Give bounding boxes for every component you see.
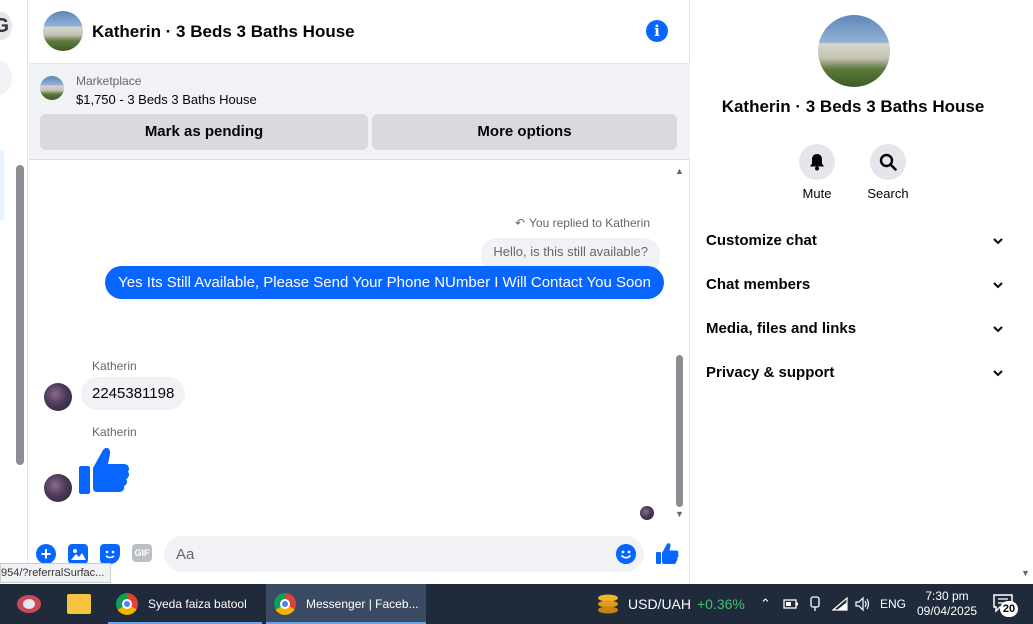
thumbs-up-icon[interactable]	[79, 446, 131, 498]
file-explorer-icon[interactable]	[67, 594, 91, 614]
taskbar-app-messenger[interactable]: Messenger | Faceb...	[266, 584, 426, 624]
message-list: ↶ You replied to Katherin Hello, is this …	[29, 161, 690, 526]
plus-icon[interactable]: +	[36, 544, 56, 564]
chat-details-panel: Katherin · 3 Beds 3 Baths House Mute Sea…	[691, 0, 1033, 584]
scroll-down-arrow-icon[interactable]: ▼	[675, 509, 684, 519]
message-scrollbar[interactable]	[676, 355, 683, 507]
chat-panel: Katherin · 3 Beds 3 Baths House i Market…	[29, 0, 690, 584]
sender-avatar[interactable]	[44, 383, 72, 411]
section-chat-members[interactable]: Chat members	[706, 273, 1004, 297]
mark-as-pending-button[interactable]: Mark as pending	[40, 114, 368, 150]
ticker-change[interactable]: +0.36%	[697, 584, 745, 624]
seen-avatar	[640, 506, 654, 520]
section-privacy-support[interactable]: Privacy & support	[706, 361, 1004, 385]
reply-arrow-icon: ↶	[514, 216, 526, 230]
more-options-button[interactable]: More options	[372, 114, 677, 150]
battery-icon[interactable]	[783, 598, 799, 610]
taskbar: Syeda faiza batool -... Messenger | Face…	[0, 584, 1033, 624]
chevron-down-icon	[993, 238, 1003, 245]
photo-icon[interactable]	[68, 544, 88, 564]
webcam-icon[interactable]	[808, 596, 822, 612]
link-preview-url: 954/?referralSurfac...	[0, 563, 112, 583]
incoming-message[interactable]: 2245381198	[81, 377, 186, 410]
conversation-avatar[interactable]	[43, 11, 83, 51]
wifi-icon[interactable]	[832, 596, 848, 612]
chevron-down-icon	[993, 326, 1003, 333]
listing-thumbnail[interactable]	[40, 76, 64, 100]
sticker-icon[interactable]	[100, 544, 120, 564]
search-label: Search	[867, 186, 909, 201]
message-input[interactable]	[164, 536, 644, 572]
listing-title[interactable]: $1,750 - 3 Beds 3 Baths House	[76, 92, 257, 107]
coins-icon[interactable]	[596, 593, 620, 615]
marketplace-banner: Marketplace $1,750 - 3 Beds 3 Baths Hous…	[29, 64, 690, 160]
chevron-down-icon	[993, 282, 1003, 289]
left-panel-scrollbar[interactable]	[16, 165, 24, 465]
clock[interactable]: 7:30 pm 09/04/2025	[917, 589, 977, 619]
bell-icon	[810, 154, 824, 171]
left-panel-selected-item[interactable]	[0, 150, 4, 220]
like-send-icon[interactable]	[655, 542, 679, 566]
language-indicator[interactable]: ENG	[880, 584, 906, 624]
replied-indicator: ↶ You replied to Katherin	[515, 216, 650, 230]
outgoing-message[interactable]: Yes Its Still Available, Please Send You…	[105, 266, 664, 299]
clock-date: 09/04/2025	[917, 604, 978, 618]
emoji-icon[interactable]	[616, 544, 636, 564]
replied-label: You replied to Katherin	[529, 216, 650, 230]
left-panel-button[interactable]	[0, 60, 12, 96]
conversation-title[interactable]: Katherin · 3 Beds 3 Baths House	[92, 22, 355, 42]
composer: + GIF	[29, 526, 690, 584]
left-panel-logo[interactable]: G	[0, 12, 12, 40]
sender-avatar[interactable]	[44, 474, 72, 502]
details-avatar[interactable]	[818, 15, 890, 87]
search-button[interactable]: Search	[858, 144, 918, 201]
search-icon	[879, 153, 897, 171]
mute-button[interactable]: Mute	[787, 144, 847, 201]
chrome-icon	[274, 593, 296, 615]
left-panel-edge: G	[0, 0, 28, 584]
chat-header: Katherin · 3 Beds 3 Baths House i	[29, 0, 690, 64]
sender-name: Katherin	[92, 425, 137, 439]
details-title: Katherin · 3 Beds 3 Baths House	[721, 97, 985, 116]
scroll-down-arrow-icon[interactable]: ▼	[1021, 568, 1030, 578]
scroll-up-arrow-icon[interactable]: ▲	[675, 166, 684, 176]
mute-label: Mute	[802, 186, 832, 201]
marketplace-label: Marketplace	[76, 74, 142, 88]
info-icon[interactable]: i	[646, 20, 668, 42]
section-media-files-links[interactable]: Media, files and links	[706, 317, 1004, 341]
start-menu-icon[interactable]	[15, 592, 43, 616]
section-customize-chat[interactable]: Customize chat	[706, 229, 1004, 253]
chevron-down-icon	[993, 370, 1003, 377]
volume-icon[interactable]	[854, 596, 870, 612]
chrome-icon	[116, 593, 138, 615]
ticker-name[interactable]: USD/UAH	[628, 584, 691, 624]
tray-chevron-up-icon[interactable]: ⌃	[760, 584, 771, 624]
taskbar-app-chrome-1[interactable]: Syeda faiza batool -...	[108, 584, 262, 624]
notification-count-badge: 20	[1000, 601, 1018, 617]
clock-time: 7:30 pm	[925, 589, 969, 603]
gif-icon[interactable]: GIF	[132, 544, 152, 562]
sender-name: Katherin	[92, 359, 137, 373]
